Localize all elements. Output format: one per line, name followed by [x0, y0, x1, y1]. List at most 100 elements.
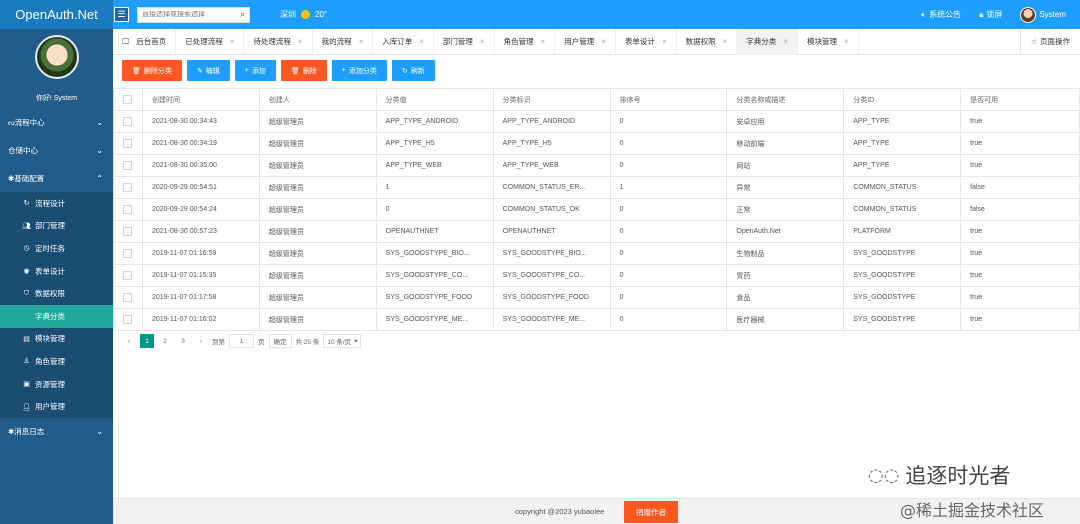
- search-box[interactable]: ⌕: [137, 6, 250, 23]
- close-icon[interactable]: ×: [844, 37, 849, 46]
- search-icon[interactable]: ⌕: [240, 9, 245, 20]
- close-icon[interactable]: ×: [359, 37, 364, 46]
- column-header[interactable]: 分类标识: [492, 88, 611, 111]
- column-header[interactable]: 分类值: [375, 88, 494, 111]
- column-header[interactable]: 创建时间: [141, 88, 260, 111]
- table-row[interactable]: 2021-08-30 00:35:00 超级管理员 APP_TYPE_WEB APP_…: [113, 154, 1080, 177]
- sidebar-item-data-permissions[interactable]: ⛉ 数据权限: [0, 282, 113, 305]
- row-checkbox[interactable]: [113, 154, 143, 177]
- table-row[interactable]: 2021-08-30 00:57:23 超级管理员 OPENAUTHNET OPENA…: [113, 220, 1080, 243]
- trash-icon: 🗑︎: [290, 67, 300, 75]
- table-row[interactable]: 2021-08-30 00:34:19 超级管理员 APP_TYPE_H5 APP_T…: [113, 132, 1080, 155]
- close-icon[interactable]: ×: [230, 37, 235, 46]
- close-icon[interactable]: ×: [298, 37, 303, 46]
- donate-button[interactable]: 捐赠作者: [624, 501, 678, 523]
- sidebar-item-resources[interactable]: ▣ 资源管理: [0, 373, 113, 396]
- table-cell: 胃药: [726, 264, 845, 287]
- sidebar-item-dictionary[interactable]: 字典分类: [0, 304, 113, 328]
- tab-data-permissions[interactable]: 数据权限 ×: [677, 28, 738, 55]
- row-checkbox[interactable]: [113, 220, 143, 243]
- notice-button[interactable]: 🔈︎ 系统公告: [921, 9, 961, 20]
- select-all-checkbox[interactable]: [113, 88, 143, 111]
- close-icon[interactable]: ×: [419, 37, 424, 46]
- add-button[interactable]: + 添加: [234, 60, 276, 81]
- row-checkbox[interactable]: [113, 308, 143, 331]
- close-icon[interactable]: ×: [541, 37, 546, 46]
- sidebar-group-warehouse[interactable]: 仓储中心 ⌄: [0, 136, 113, 164]
- row-checkbox[interactable]: [113, 176, 143, 199]
- row-checkbox[interactable]: [113, 132, 143, 155]
- sidebar-item-users[interactable]: 👤︎ 用户管理: [0, 395, 113, 418]
- column-header[interactable]: 分类ID: [843, 88, 962, 111]
- sidebar-item-form-design[interactable]: ◉ 表单设计: [0, 260, 113, 283]
- tab-modules[interactable]: 模块管理 ×: [798, 28, 859, 55]
- goto-label: 到第: [212, 339, 225, 346]
- close-icon[interactable]: ×: [662, 37, 667, 46]
- table-row[interactable]: 2021-08-30 00:34:43 超级管理员 APP_TYPE_ANDROID…: [113, 110, 1080, 133]
- delete-category-button[interactable]: 🗑︎ 删除分类: [122, 60, 182, 81]
- profile-avatar[interactable]: [34, 35, 79, 79]
- column-header[interactable]: 是否可用: [960, 88, 1080, 111]
- table-row[interactable]: 2019-11-07 01:17:58 超级管理员 SYS_GOODSTYPE_FO…: [113, 286, 1080, 309]
- close-icon[interactable]: ×: [783, 37, 788, 46]
- add-category-button[interactable]: + 添加分类: [331, 60, 387, 81]
- table-row[interactable]: 2020-09-29 00:54:51 超级管理员 1 COMMON_STATUS_E…: [113, 176, 1080, 199]
- sidebar-group-flow[interactable]: ᔓ 流程中心 ⌄: [0, 108, 113, 136]
- goto-page-input[interactable]: 1: [229, 334, 254, 348]
- tab-dictionary[interactable]: 字典分类 ×: [737, 28, 798, 55]
- page-button[interactable]: 1: [140, 334, 154, 348]
- page-button[interactable]: 2: [158, 334, 172, 348]
- sidebar-item-modules[interactable]: ▤ 模块管理: [0, 328, 113, 351]
- edit-button[interactable]: ✎ 编辑: [186, 60, 230, 81]
- table-cell: true: [960, 286, 1080, 309]
- tab-form-design[interactable]: 表单设计 ×: [616, 28, 677, 55]
- column-header[interactable]: 创建人: [258, 88, 377, 111]
- lock-screen-button[interactable]: 🔒︎ 锁屏: [979, 9, 1002, 20]
- page-operations-button[interactable]: ☝︎ 页面操作: [1020, 28, 1080, 55]
- table-row[interactable]: 2020-09-29 00:54:24 超级管理员 0 COMMON_STATUS_O…: [113, 198, 1080, 221]
- user-menu[interactable]: System: [1020, 6, 1066, 23]
- row-checkbox[interactable]: [113, 198, 143, 221]
- sidebar-item-scheduled-tasks[interactable]: ◷ 定时任务: [0, 237, 113, 260]
- close-icon[interactable]: ×: [723, 37, 728, 46]
- tab-users[interactable]: 用户管理 ×: [555, 28, 616, 55]
- menu-toggle-icon[interactable]: ☰: [114, 7, 129, 22]
- table-cell: true: [960, 264, 1080, 287]
- table-cell: 超级管理员: [258, 154, 377, 177]
- tab-departments[interactable]: 部门管理 ×: [434, 28, 495, 55]
- sidebar-item-departments[interactable]: 👥︎ 部门管理: [0, 215, 113, 238]
- table-cell: 0: [609, 220, 728, 243]
- table-cell: 0: [375, 198, 494, 221]
- row-checkbox[interactable]: [113, 286, 143, 309]
- search-input[interactable]: [142, 11, 232, 18]
- row-checkbox[interactable]: [113, 264, 143, 287]
- sidebar-item-flow-design[interactable]: ↻ 流程设计: [0, 192, 113, 215]
- table-row[interactable]: 2019-11-07 01:16:59 超级管理员 SYS_GOODSTYPE_BI…: [113, 242, 1080, 265]
- table-row[interactable]: 2019-11-07 01:15:35 超级管理员 SYS_GOODSTYPE_CO…: [113, 264, 1080, 287]
- tab-inbound-orders[interactable]: 入库订单 ×: [373, 28, 434, 55]
- sidebar-group-basic[interactable]: ✱ 基础配置 ⌃: [0, 164, 113, 192]
- next-page-button[interactable]: ›: [194, 334, 208, 348]
- page-size-select[interactable]: 10 条/页 ▾: [323, 334, 362, 348]
- refresh-button[interactable]: ↻ 刷新: [391, 60, 435, 81]
- tab-my-flows[interactable]: 我的流程 ×: [313, 28, 374, 55]
- app-logo[interactable]: OpenAuth.Net: [0, 0, 113, 29]
- close-icon[interactable]: ×: [480, 37, 485, 46]
- row-checkbox[interactable]: [113, 242, 143, 265]
- tab-pending-flows[interactable]: 待处理流程 ×: [244, 28, 313, 55]
- tab-roles[interactable]: 角色管理 ×: [495, 28, 556, 55]
- column-header[interactable]: 排序号: [609, 88, 728, 111]
- page-button[interactable]: 3: [176, 334, 190, 348]
- tab-home[interactable]: 🖵 后台首页: [113, 28, 177, 55]
- row-checkbox[interactable]: [113, 110, 143, 133]
- prev-page-button[interactable]: ‹: [122, 334, 136, 348]
- goto-confirm-button[interactable]: 确定: [268, 334, 292, 348]
- tab-processed-flows[interactable]: 已处理流程 ×: [176, 28, 245, 55]
- column-header[interactable]: 分类名称或描述: [726, 88, 845, 111]
- table-row[interactable]: 2019-11-07 01:16:02 超级管理员 SYS_GOODSTYPE_ME…: [113, 308, 1080, 331]
- close-icon[interactable]: ×: [601, 37, 606, 46]
- delete-button[interactable]: 🗑︎ 删除: [280, 60, 327, 81]
- sidebar-item-roles[interactable]: ♙ 角色管理: [0, 350, 113, 373]
- sidebar-group-logs[interactable]: ✱ 消息日志 ⌄: [0, 418, 113, 446]
- table-cell: APP_TYPE_H5: [375, 132, 494, 155]
